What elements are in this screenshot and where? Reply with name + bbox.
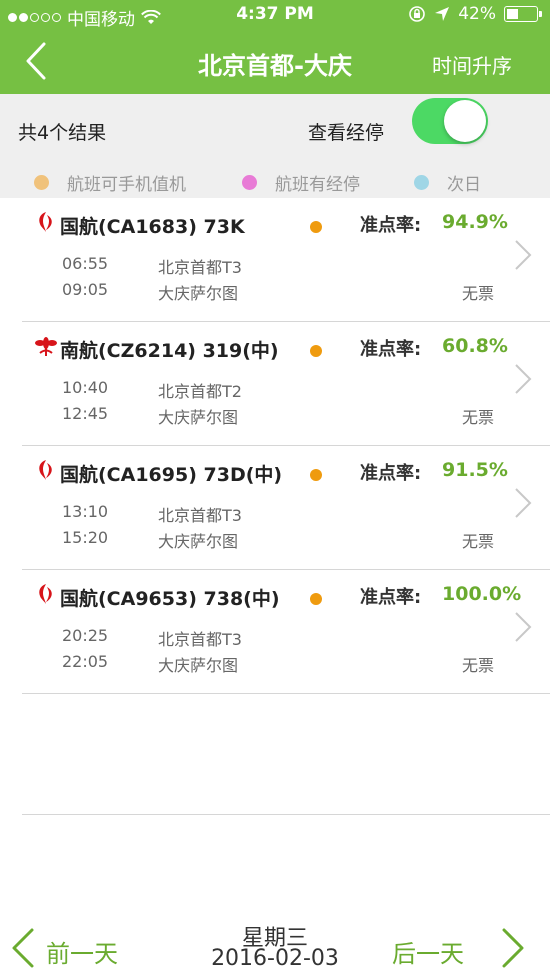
ontime-rate: 94.9%: [442, 211, 508, 233]
legend-dot-stops: [242, 175, 257, 190]
ontime-rate: 91.5%: [442, 459, 508, 481]
ontime-rate: 60.8%: [442, 335, 508, 357]
legend-dot-nextday: [414, 175, 429, 190]
air-china-logo-icon: [39, 584, 52, 604]
ontime-rate: 100.0%: [442, 583, 522, 605]
legend-label-nextday: 次日: [447, 175, 481, 195]
legend-item-checkin: 航班可手机值机: [34, 170, 186, 195]
flight-row[interactable]: 国航(CA9653) 738(中) 准点率: 100.0% 20:25 22:0…: [22, 570, 550, 694]
arrival-airport: 大庆萨尔图: [158, 656, 239, 675]
divider: [22, 814, 550, 815]
ticket-status: 无票: [462, 284, 495, 303]
header: 中国移动 4:37 PM 42% 北京首都-大庆 时间升序: [0, 0, 550, 94]
departure-time: 20:25: [62, 626, 109, 645]
arrival-airport: 大庆萨尔图: [158, 532, 239, 551]
arrival-airport: 大庆萨尔图: [158, 408, 239, 427]
legend-dot-checkin: [34, 175, 49, 190]
flight-name: 国航(CA9653) 738(中): [60, 588, 280, 610]
ticket-status: 无票: [462, 408, 495, 427]
legend-label-stops: 航班有经停: [275, 175, 360, 195]
china-southern-logo-icon: [35, 337, 57, 356]
ontime-label: 准点率:: [360, 587, 422, 608]
status-bar: 中国移动 4:37 PM 42%: [0, 0, 550, 30]
chevron-right-icon: [515, 488, 532, 518]
chevron-right-icon: [515, 240, 532, 270]
checkin-indicator: [310, 221, 322, 233]
departure-time: 10:40: [62, 378, 109, 397]
arrival-time: 15:20: [62, 528, 109, 547]
checkin-indicator: [310, 345, 322, 357]
ontime-label: 准点率:: [360, 339, 422, 360]
flight-name: 南航(CZ6214) 319(中): [60, 340, 279, 362]
departure-airport: 北京首都T3: [158, 630, 242, 649]
flight-row[interactable]: 国航(CA1695) 73D(中) 准点率: 91.5% 13:10 15:20…: [22, 446, 550, 570]
ontime-label: 准点率:: [360, 463, 422, 484]
checkin-indicator: [310, 469, 322, 481]
stops-toggle-label: 查看经停: [308, 122, 385, 144]
arrival-airport: 大庆萨尔图: [158, 284, 239, 303]
departure-airport: 北京首都T2: [158, 382, 242, 401]
legend-item-stops: 航班有经停: [242, 170, 360, 195]
arrival-time: 09:05: [62, 280, 109, 299]
rotation-lock-icon: [409, 6, 426, 22]
air-china-logo-icon: [39, 212, 52, 232]
air-china-logo-icon: [39, 460, 52, 480]
toggle-knob: [444, 100, 486, 142]
flight-name: 国航(CA1683) 73K: [60, 216, 245, 238]
date-label[interactable]: 2016-02-03: [0, 946, 550, 971]
ontime-label: 准点率:: [360, 215, 422, 236]
departure-airport: 北京首都T3: [158, 258, 242, 277]
location-arrow-icon: [435, 7, 450, 21]
sort-button[interactable]: 时间升序: [432, 50, 512, 79]
ticket-status: 无票: [462, 656, 495, 675]
legend-label-checkin: 航班可手机值机: [67, 175, 186, 195]
chevron-right-icon: [515, 364, 532, 394]
departure-time: 13:10: [62, 502, 109, 521]
next-day-arrow-icon[interactable]: [498, 926, 528, 970]
legend-item-nextday: 次日: [414, 170, 481, 195]
flight-row[interactable]: 国航(CA1683) 73K 准点率: 94.9% 06:55 09:05 北京…: [22, 198, 550, 322]
result-count: 共4个结果: [18, 122, 107, 144]
filter-bar: 共4个结果 查看经停 航班可手机值机 航班有经停 次日: [0, 94, 550, 198]
ticket-status: 无票: [462, 532, 495, 551]
checkin-indicator: [310, 593, 322, 605]
departure-time: 06:55: [62, 254, 109, 273]
chevron-right-icon: [515, 612, 532, 642]
departure-airport: 北京首都T3: [158, 506, 242, 525]
battery-percent: 42%: [458, 4, 496, 24]
arrival-time: 12:45: [62, 404, 109, 423]
app: 中国移动 4:37 PM 42% 北京首都-大庆 时间升序 共4个结果 查看经停…: [0, 0, 550, 978]
status-right: 42%: [408, 4, 542, 24]
next-day-button[interactable]: 后一天: [392, 934, 464, 969]
arrival-time: 22:05: [62, 652, 109, 671]
flight-row[interactable]: 南航(CZ6214) 319(中) 准点率: 60.8% 10:40 12:45…: [22, 322, 550, 446]
nav-bar: 北京首都-大庆 时间升序: [0, 30, 550, 94]
battery-icon: [504, 6, 542, 22]
stops-toggle[interactable]: [412, 98, 488, 144]
flight-name: 国航(CA1695) 73D(中): [60, 464, 283, 486]
